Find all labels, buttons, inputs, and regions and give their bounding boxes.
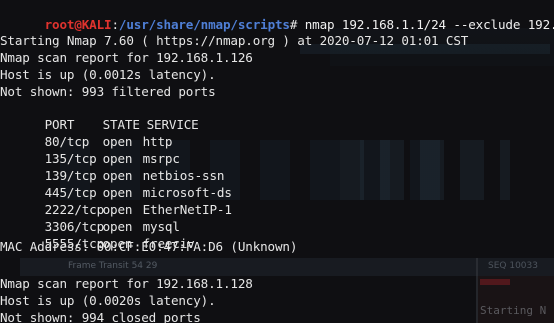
table-row: 2222/tcpopen EtherNetIP-1 — [0, 186, 232, 217]
scan-report-host-1: Nmap scan report for 192.168.1.126 — [0, 50, 253, 65]
port-table-header: PORT STATE SERVICE — [0, 101, 199, 132]
table-row: 3306/tcpopen mysql — [0, 203, 180, 234]
table-row: 80/tcp open http — [0, 118, 173, 149]
table-row: 5555/tcpopen freeciv — [0, 220, 195, 251]
table-row: 135/tcp open msrpc — [0, 135, 180, 166]
host-status-2: Host is up (0.0020s latency). — [0, 293, 216, 308]
terminal-window[interactable]: Frame Transit 54 29 SEQ 10033 Starting N… — [0, 0, 554, 323]
command-text: nmap 192.168.1.1/24 --exclude 192.168.1.… — [304, 16, 554, 32]
terminal-output[interactable]: root@KALI:/usr/share/nmap/scripts# nmap … — [0, 0, 554, 323]
scan-report-host-2: Nmap scan report for 192.168.1.128 — [0, 276, 253, 291]
host-status-1: Host is up (0.0012s latency). — [0, 67, 216, 82]
table-row: 445/tcp open microsoft-ds — [0, 169, 232, 200]
prompt-separator: : — [111, 16, 119, 32]
command-line[interactable]: root@KALI:/usr/share/nmap/scripts# nmap … — [0, 1, 554, 32]
mac-address-line: MAC Address: 00:CF:E0:47:FA:D6 (Unknown) — [0, 239, 298, 254]
not-shown-1: Not shown: 993 filtered ports — [0, 84, 216, 99]
not-shown-2: Not shown: 994 closed ports — [0, 310, 201, 323]
prompt-path: /usr/share/nmap/scripts — [118, 16, 290, 32]
prompt-user-host: root@KALI — [44, 16, 112, 32]
table-row: 139/tcp open netbios-ssn — [0, 152, 225, 183]
nmap-banner: Starting Nmap 7.60 ( https://nmap.org ) … — [0, 33, 469, 48]
